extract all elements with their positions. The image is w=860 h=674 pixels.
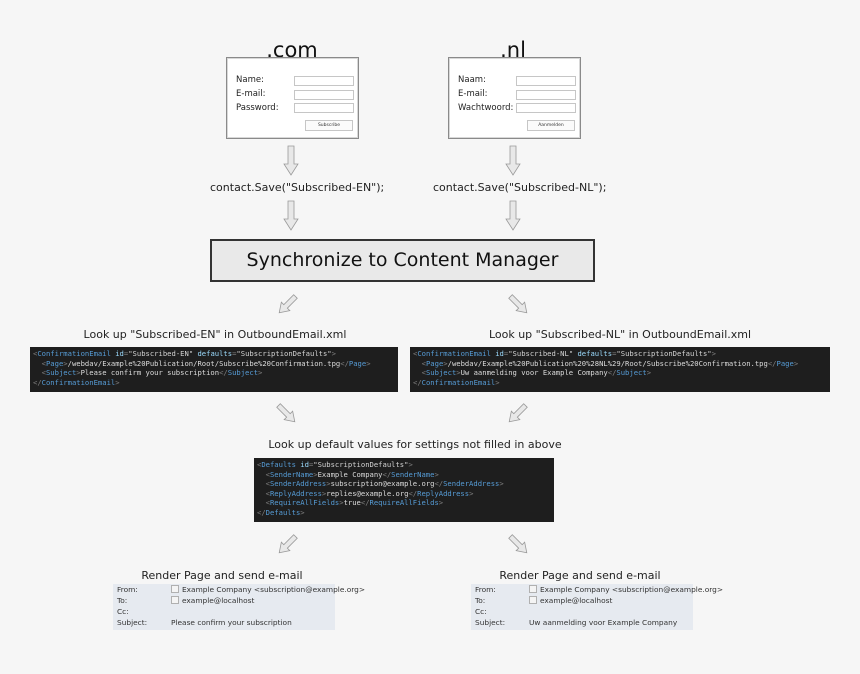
arrow-down-right-icon bbox=[508, 534, 528, 554]
arrow-down-left-icon bbox=[508, 403, 528, 423]
contact-icon bbox=[171, 585, 179, 593]
password-label: Password: bbox=[236, 103, 279, 113]
email-header-en: From: Example Company <subscription@examp… bbox=[113, 584, 365, 630]
subscribe-button[interactable]: Subscribe bbox=[305, 120, 353, 131]
defaults-caption: Look up default values for settings not … bbox=[268, 438, 562, 451]
email-header-nl: From: Example Company <subscription@examp… bbox=[471, 584, 723, 630]
wachtwoord-label: Wachtwoord: bbox=[458, 103, 514, 113]
lookup-caption-en: Look up "Subscribed-EN" in OutboundEmail… bbox=[83, 328, 347, 341]
xml-snippet-defaults: <Defaults id="SubscriptionDefaults"> <Se… bbox=[254, 458, 554, 522]
lookup-caption-nl: Look up "Subscribed-NL" in OutboundEmail… bbox=[488, 328, 752, 341]
xml-snippet-nl: <ConfirmationEmail id="Subscribed-NL" de… bbox=[410, 347, 830, 392]
synchronize-box: Synchronize to Content Manager bbox=[210, 239, 595, 282]
arrow-down-icon bbox=[283, 145, 299, 176]
contact-icon bbox=[171, 596, 179, 604]
contact-icon bbox=[529, 585, 537, 593]
subscribe-form-com: Name: E-mail: Password: Subscribe bbox=[226, 57, 359, 139]
arrow-down-icon bbox=[505, 200, 521, 231]
email-input[interactable] bbox=[294, 90, 354, 100]
xml-snippet-en: <ConfirmationEmail id="Subscribed-EN" de… bbox=[30, 347, 398, 392]
arrow-down-right-icon bbox=[276, 403, 296, 423]
arrow-down-left-icon bbox=[278, 294, 298, 314]
arrow-down-left-icon bbox=[278, 534, 298, 554]
email-input[interactable] bbox=[516, 90, 576, 100]
subscribe-form-nl: Naam: E-mail: Wachtwoord: Aanmelden bbox=[448, 57, 581, 139]
render-caption-nl: Render Page and send e-mail bbox=[499, 569, 661, 582]
render-caption-en: Render Page and send e-mail bbox=[141, 569, 303, 582]
naam-label: Naam: bbox=[458, 75, 486, 85]
password-input[interactable] bbox=[294, 103, 354, 113]
name-label: Name: bbox=[236, 75, 264, 85]
arrow-down-right-icon bbox=[508, 294, 528, 314]
arrow-down-icon bbox=[283, 200, 299, 231]
wachtwoord-input[interactable] bbox=[516, 103, 576, 113]
save-call-nl: contact.Save("Subscribed-NL"); bbox=[433, 181, 607, 194]
save-call-en: contact.Save("Subscribed-EN"); bbox=[210, 181, 385, 194]
email-label: E-mail: bbox=[458, 89, 488, 99]
arrow-down-icon bbox=[505, 145, 521, 176]
email-label: E-mail: bbox=[236, 89, 266, 99]
aanmelden-button[interactable]: Aanmelden bbox=[527, 120, 575, 131]
naam-input[interactable] bbox=[516, 76, 576, 86]
contact-icon bbox=[529, 596, 537, 604]
name-input[interactable] bbox=[294, 76, 354, 86]
